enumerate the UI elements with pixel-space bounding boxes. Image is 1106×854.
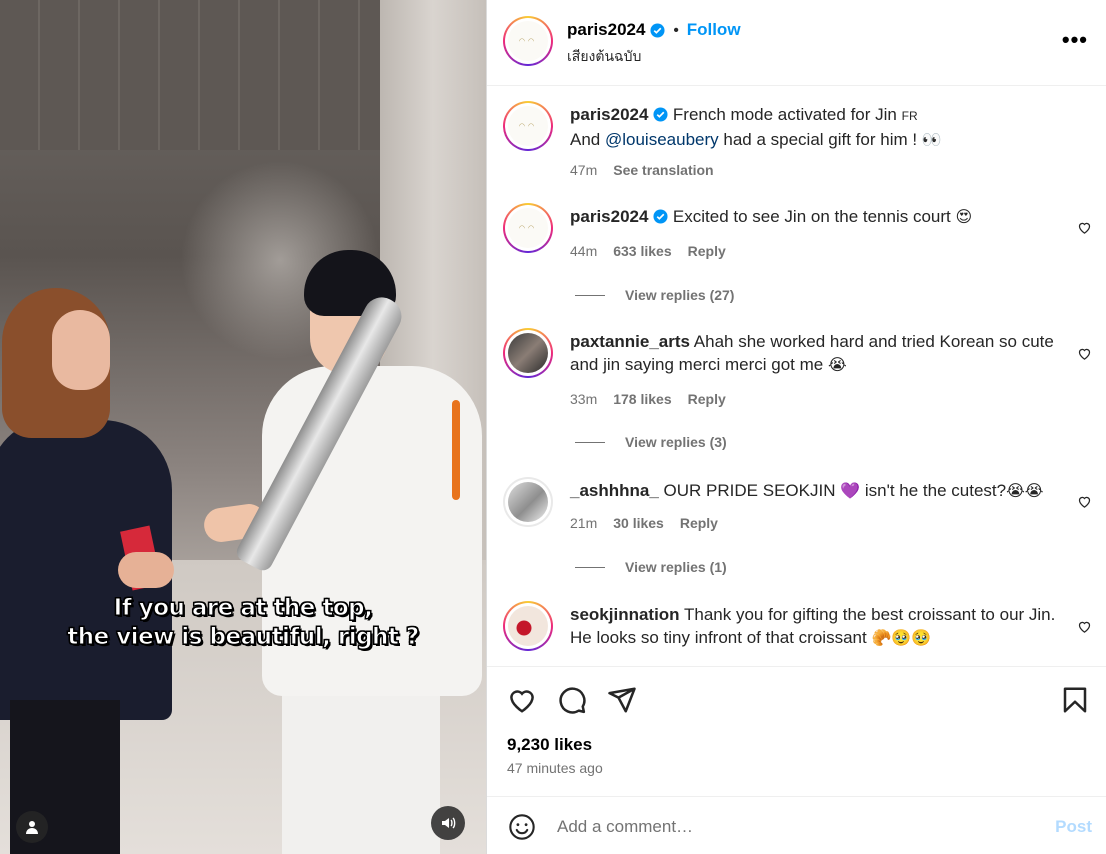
post-timestamp[interactable]: 47 minutes ago (507, 760, 603, 776)
paris2024-logo-icon: ◠◠ (518, 37, 538, 45)
avatar-photo (508, 482, 548, 522)
follow-button[interactable]: Follow (687, 20, 741, 40)
replies-divider (575, 566, 605, 568)
view-replies-button[interactable]: View replies (3) (575, 434, 727, 450)
comment-likes[interactable]: 178 likes (613, 391, 671, 407)
mention-link[interactable]: @louiseaubery (605, 130, 719, 149)
like-comment-heart-icon[interactable] (1077, 220, 1092, 235)
comment-time: 44m (570, 243, 598, 259)
comment-avatar[interactable] (503, 601, 553, 651)
like-comment-heart-icon[interactable] (1077, 346, 1092, 361)
caption-time: 47m (570, 162, 598, 178)
caption-text: paris2024 French mode activated for Jin … (570, 103, 1070, 151)
speaker-icon (442, 817, 456, 829)
view-replies-button[interactable]: View replies (1) (575, 559, 727, 575)
woman-hand (118, 552, 174, 588)
share-send-icon[interactable] (607, 685, 637, 715)
caption-avatar[interactable]: ◠◠ (503, 101, 553, 151)
tagged-users-button[interactable] (16, 811, 48, 843)
crying-emoji: 😭😭 (1006, 481, 1044, 500)
user-icon (26, 821, 38, 834)
caption-line1: French mode activated for Jin (672, 105, 897, 124)
comment-body-2: isn't he the cutest? (864, 481, 1007, 500)
separator-dot: • (673, 21, 679, 39)
save-bookmark-icon[interactable] (1060, 685, 1090, 715)
comment-username[interactable]: _ashhhna_ (570, 481, 659, 500)
comment-body: Excited to see Jin on the tennis court (672, 207, 951, 226)
caption-line2-suffix: had a special gift for him ! (723, 130, 918, 149)
like-heart-icon[interactable] (507, 685, 537, 715)
video-subtitle-line2: the view is beautiful, right ? (67, 624, 420, 651)
see-translation-button[interactable]: See translation (613, 162, 713, 178)
view-replies-label: View replies (1) (625, 559, 727, 575)
comment-avatar[interactable] (503, 477, 553, 527)
view-replies-label: View replies (27) (625, 287, 735, 303)
reply-button[interactable]: Reply (688, 243, 726, 259)
add-comment-bar: Post (487, 796, 1106, 854)
post-side-panel: ◠◠ paris2024 • Follow เสียงต้นฉบับ ••• ◠… (486, 0, 1106, 854)
comment-avatar[interactable]: ◠◠ (503, 203, 553, 253)
croissant-emoji: 🥐🥹🥹 (871, 628, 932, 647)
comment-text: paris2024 Excited to see Jin on the tenn… (570, 205, 1070, 228)
post-comment-button[interactable]: Post (1055, 817, 1092, 837)
reply-button[interactable]: Reply (688, 391, 726, 407)
view-replies-button[interactable]: View replies (27) (575, 287, 734, 303)
verified-badge-icon (653, 107, 668, 122)
woman-face (52, 310, 110, 390)
verified-badge-icon (650, 22, 665, 38)
man-sleeve-stripe (452, 400, 460, 500)
reply-button[interactable]: Reply (680, 515, 718, 531)
video-subtitle-line1: If you are at the top, (113, 595, 373, 622)
like-comment-heart-icon[interactable] (1077, 494, 1092, 509)
caption-username[interactable]: paris2024 (570, 105, 648, 124)
audio-toggle-button[interactable] (431, 806, 465, 840)
comment-bubble-icon[interactable] (557, 685, 587, 715)
verified-badge-icon (653, 209, 668, 224)
replies-divider (575, 294, 605, 296)
comment-text: seokjinnation Thank you for gifting the … (570, 603, 1070, 649)
paris2024-logo-icon: ◠◠ (518, 122, 538, 130)
action-bar (487, 666, 1106, 728)
comment-body: OUR PRIDE SEOKJIN (663, 481, 836, 500)
comment-time: 21m (570, 515, 598, 531)
avatar-photo (508, 333, 548, 373)
comment-likes[interactable]: 633 likes (613, 243, 671, 259)
comment-likes[interactable]: 30 likes (613, 515, 664, 531)
comment-time: 33m (570, 391, 598, 407)
comment-input[interactable] (557, 813, 1007, 841)
more-options-button[interactable]: ••• (1062, 29, 1088, 51)
eyes-emoji: 👀 (921, 130, 942, 149)
comment-username[interactable]: paris2024 (570, 207, 648, 226)
author-avatar[interactable]: ◠◠ (503, 16, 553, 66)
like-comment-heart-icon[interactable] (1077, 619, 1092, 634)
flag-fr: FR (901, 109, 918, 123)
paris2024-logo-icon: ◠◠ (518, 224, 538, 232)
avatar-photo (508, 606, 548, 646)
post-video[interactable]: If you are at the top, the view is beaut… (0, 0, 486, 854)
comment-text: paxtannie_arts Ahah she worked hard and … (570, 330, 1070, 376)
caption-line2-prefix: And (570, 130, 601, 149)
comments-list: ◠◠ paris2024 French mode activated for J… (487, 87, 1106, 665)
view-replies-label: View replies (3) (625, 434, 727, 450)
comment-username[interactable]: paxtannie_arts (570, 332, 690, 351)
purple-heart-emoji: 💜 (840, 481, 861, 500)
comment-text: _ashhhna_ OUR PRIDE SEOKJIN 💜 isn't he t… (570, 479, 1070, 502)
original-audio-link[interactable]: เสียงต้นฉบับ (567, 46, 641, 68)
comment-username[interactable]: seokjinnation (570, 605, 680, 624)
author-username[interactable]: paris2024 (567, 20, 645, 40)
post-likes-count[interactable]: 9,230 likes (507, 735, 592, 755)
replies-divider (575, 441, 605, 443)
emoji-picker-icon[interactable] (508, 813, 536, 841)
crying-emoji: 😭 (827, 355, 847, 374)
post-header: ◠◠ paris2024 • Follow เสียงต้นฉบับ ••• (487, 0, 1106, 86)
heart-eyes-emoji: 😍 (955, 207, 973, 226)
comment-avatar[interactable] (503, 328, 553, 378)
